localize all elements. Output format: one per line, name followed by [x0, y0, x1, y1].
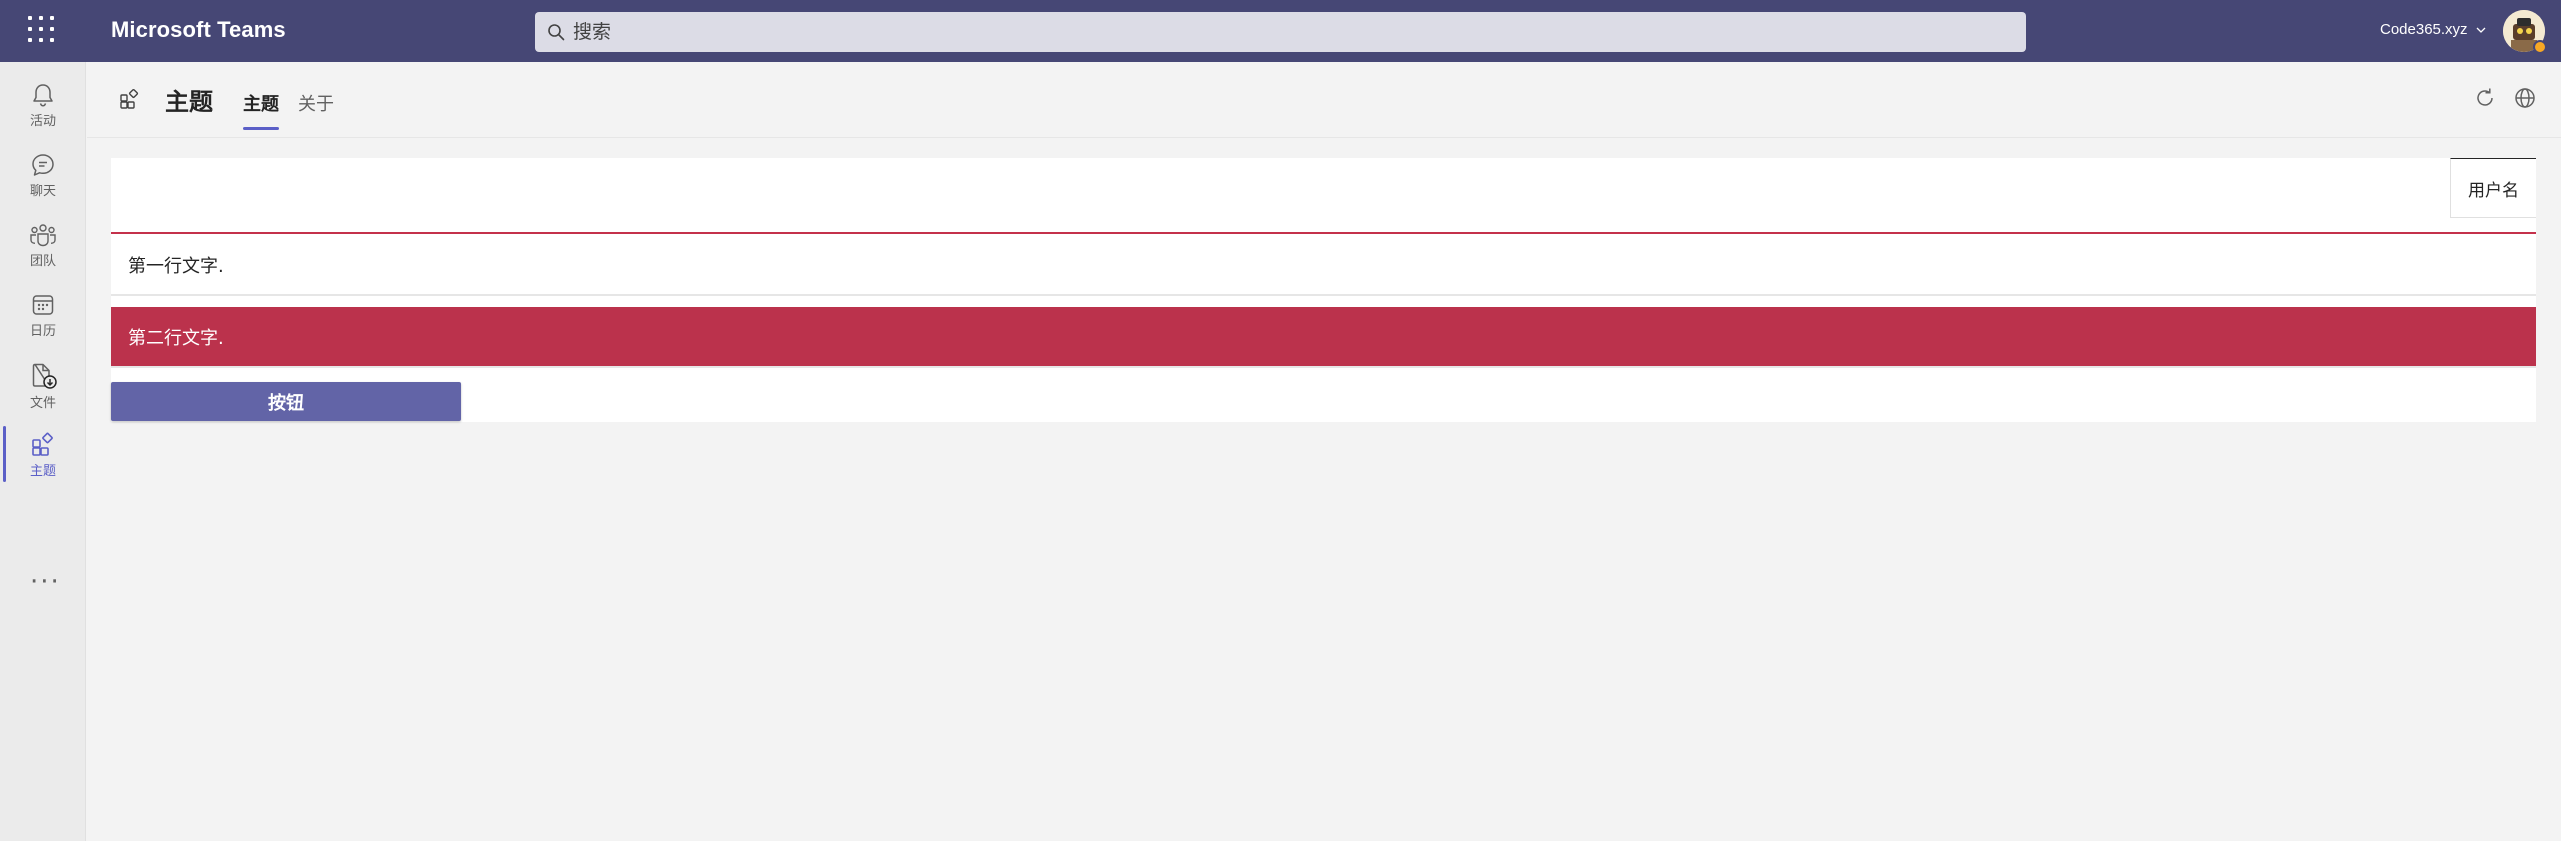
org-name: Code365.xyz: [2380, 21, 2468, 38]
chat-icon: [32, 154, 54, 176]
text-row-2: 第二行文字.: [111, 307, 2536, 368]
tab-about[interactable]: 关于: [298, 90, 334, 130]
rail-item-label: 文件: [29, 396, 56, 411]
rail-item-label: 团队: [29, 254, 56, 269]
rail-item-label: 活动: [29, 114, 56, 129]
primary-button[interactable]: 按钮: [111, 382, 461, 421]
rail-item-activity[interactable]: 活动: [0, 70, 86, 134]
refresh-icon[interactable]: [2473, 86, 2497, 110]
apps-icon: [120, 88, 139, 109]
username-label: 用户名: [2450, 158, 2536, 218]
teams-icon: [30, 224, 56, 247]
app-rail: 活动 聊天 团队 日历 文件 主题 ···: [0, 62, 86, 841]
content-card: 用户名 第一行文字. 第二行文字. 按钮: [111, 158, 2536, 422]
app-name: Microsoft Teams: [111, 17, 286, 42]
rail-item-label: 日历: [29, 324, 56, 339]
tab-topics[interactable]: 主题: [243, 90, 279, 130]
search-input[interactable]: [573, 21, 1973, 43]
rail-item-files[interactable]: 文件: [0, 350, 86, 414]
search-box[interactable]: [535, 12, 2026, 52]
page-title: 主题: [165, 88, 213, 116]
calendar-icon: [32, 295, 54, 315]
chevron-down-icon: [2476, 27, 2486, 33]
avatar[interactable]: [2503, 10, 2547, 54]
org-switcher[interactable]: Code365.xyz: [2380, 21, 2486, 38]
apps-icon: [32, 432, 53, 456]
rail-item-calendar[interactable]: 日历: [0, 280, 86, 344]
rail-item-topics[interactable]: 主题: [0, 420, 86, 484]
search-icon: [548, 24, 565, 41]
globe-icon[interactable]: [2513, 86, 2537, 110]
content-top-bar: 用户名: [111, 158, 2536, 234]
app-header: 主题 主题 关于: [87, 62, 2561, 138]
rail-item-teams[interactable]: 团队: [0, 210, 86, 274]
more-apps-button[interactable]: ···: [30, 567, 61, 597]
rail-item-label: 聊天: [29, 184, 56, 199]
title-bar: Microsoft Teams Code365.xyz: [0, 0, 2561, 62]
rail-item-label: 主题: [29, 464, 56, 479]
app-launcher-icon[interactable]: [28, 16, 58, 46]
text-row-1: 第一行文字.: [111, 236, 2536, 296]
presence-badge: [2533, 40, 2547, 54]
rail-item-chat[interactable]: 聊天: [0, 140, 86, 204]
file-download-icon: [32, 363, 57, 389]
bell-icon: [33, 84, 53, 107]
